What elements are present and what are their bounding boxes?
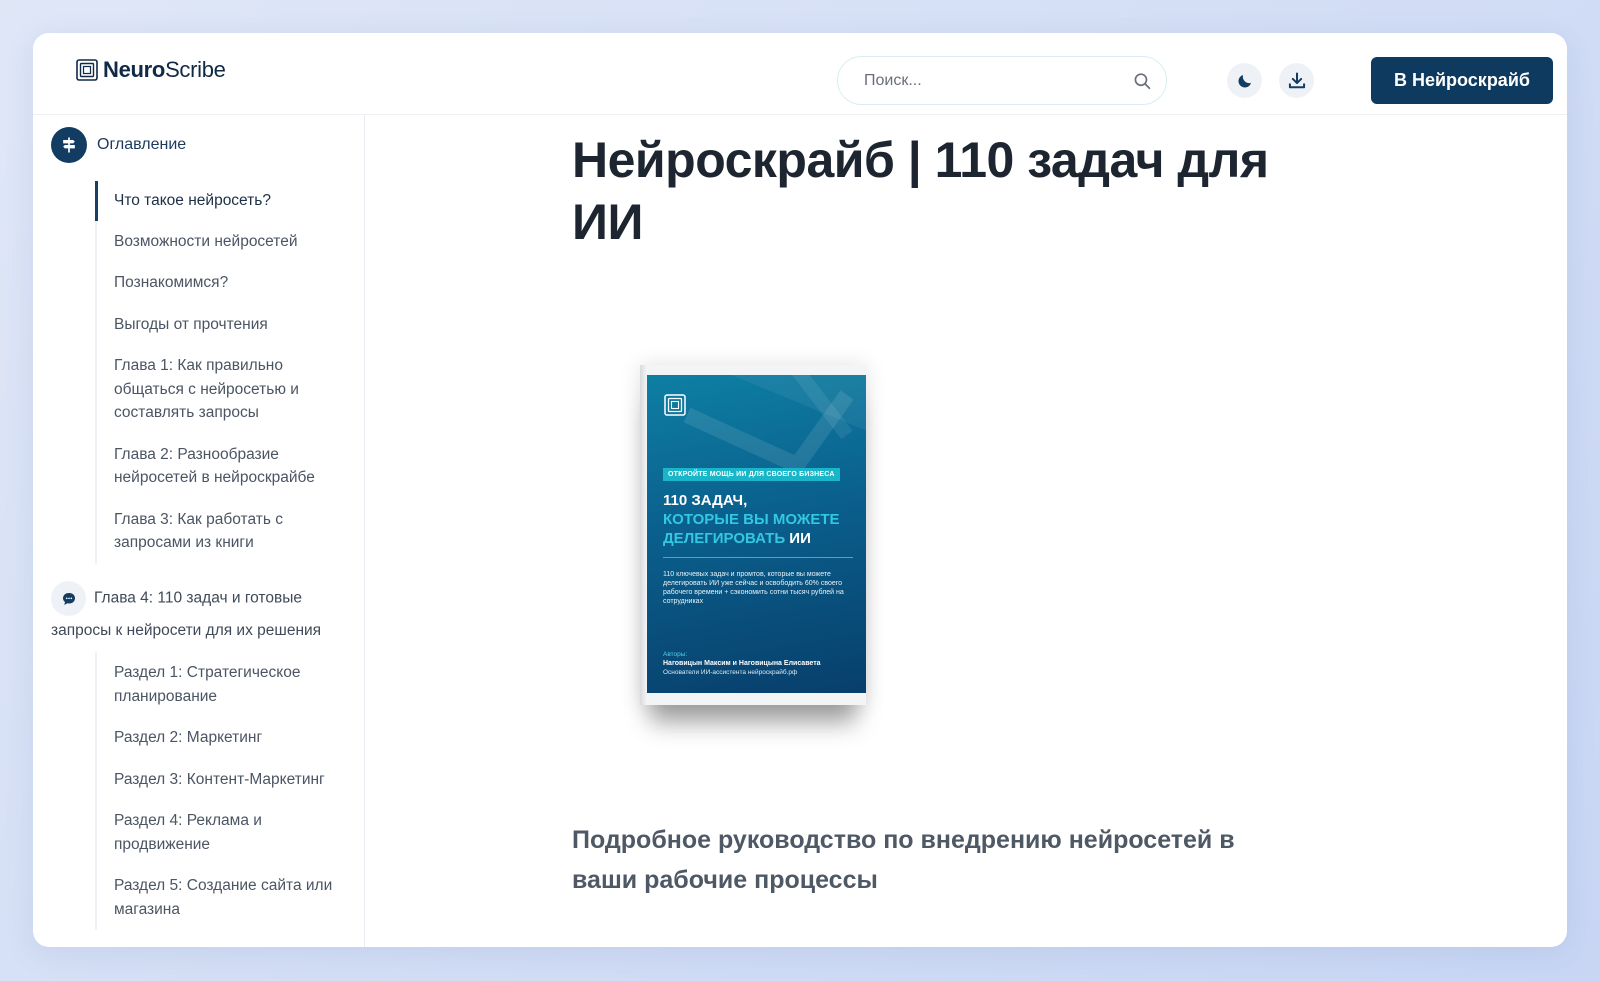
cover-heading: 110 ЗАДАЧ, КОТОРЫЕ ВЫ МОЖЕТЕ ДЕЛЕГИРОВАТ… (663, 492, 840, 547)
logo-icon (76, 59, 98, 81)
signpost-icon (51, 127, 87, 163)
book-cover-front: ОТКРОЙТЕ МОЩЬ ИИ ДЛЯ СВОЕГО БИЗНЕСА 110 … (647, 375, 866, 693)
toc-header[interactable]: Оглавление (51, 127, 186, 163)
cover-authors-label: Авторы: (663, 651, 688, 658)
logo[interactable]: NeuroScribe (75, 57, 226, 83)
toc-section-5[interactable]: Раздел 5: Создание сайта или магазина (95, 865, 345, 930)
cover-divider (663, 557, 853, 558)
cover-logo-icon (664, 394, 686, 416)
cover-pattern (683, 375, 866, 475)
toc-chapter-4-label: Глава 4: 110 задач и готовые запросы к н… (51, 589, 322, 639)
cover-authors: Наговицын Максим и Наговицына Елисавета (663, 660, 821, 667)
search-input[interactable] (864, 71, 1132, 90)
download-button[interactable] (1279, 63, 1314, 98)
toc-section-3[interactable]: Раздел 3: Контент-Маркетинг (95, 758, 345, 800)
logo-text: NeuroScribe (103, 57, 226, 82)
main-content: Нейроскрайб | 110 задач для ИИ ОТКРОЙТЕ … (365, 115, 1567, 947)
toc-section-4[interactable]: Раздел 4: Реклама и продвижение (95, 800, 345, 865)
toc-item-chapter-3[interactable]: Глава 3: Как работать с запросами из кни… (95, 498, 345, 564)
toc-item-chapter-1[interactable]: Глава 1: Как правильно общаться с нейрос… (95, 345, 345, 434)
top-header: NeuroScribe В Нейроскрайб (33, 33, 1567, 115)
table-of-contents: Оглавление Что такое нейросеть? Возможно… (33, 115, 365, 947)
toc-item-chapter-2[interactable]: Глава 2: Разнообразие нейросетей в нейро… (95, 433, 345, 499)
cover-description: 110 ключевых задач и промтов, которые вы… (663, 571, 844, 605)
toc-section-2[interactable]: Раздел 2: Маркетинг (95, 717, 345, 759)
go-to-neuroscribe-button[interactable]: В Нейроскрайб (1371, 57, 1553, 104)
toc-item-capabilities[interactable]: Возможности нейросетей (95, 220, 345, 262)
toc-intro-list: Что такое нейросеть? Возможности нейросе… (95, 181, 345, 564)
download-icon (1288, 72, 1305, 88)
cover-badge: ОТКРОЙТЕ МОЩЬ ИИ ДЛЯ СВОЕГО БИЗНЕСА (663, 468, 840, 481)
cover-founders: Основатели ИИ-ассистента нейроскрайб.рф (663, 669, 798, 676)
chat-bubble-icon (51, 581, 86, 616)
toc-chapter-4[interactable]: Глава 4: 110 задач и готовые запросы к н… (51, 581, 351, 645)
toc-item-lets-meet[interactable]: Познакомимся? (95, 262, 345, 304)
toc-title: Оглавление (97, 136, 187, 153)
search-box[interactable] (837, 56, 1167, 105)
page-title: Нейроскрайб | 110 задач для ИИ (572, 132, 1269, 250)
toc-item-what-is-neural-network[interactable]: Что такое нейросеть? (95, 181, 345, 221)
app-window: NeuroScribe В Нейроскрайб (33, 33, 1567, 947)
toc-sections-list: Раздел 1: Стратегическое планирование Ра… (95, 652, 345, 930)
toc-item-benefits[interactable]: Выгоды от прочтения (95, 303, 345, 345)
search-icon[interactable] (1132, 70, 1152, 92)
moon-icon (1237, 74, 1251, 88)
book-spine (640, 365, 647, 705)
toc-section-1[interactable]: Раздел 1: Стратегическое планирование (95, 652, 345, 717)
book-cover: ОТКРОЙТЕ МОЩЬ ИИ ДЛЯ СВОЕГО БИЗНЕСА 110 … (640, 365, 866, 705)
theme-toggle-button[interactable] (1227, 63, 1262, 98)
page-subtitle: Подробное руководство по внедрению нейро… (572, 826, 1235, 894)
